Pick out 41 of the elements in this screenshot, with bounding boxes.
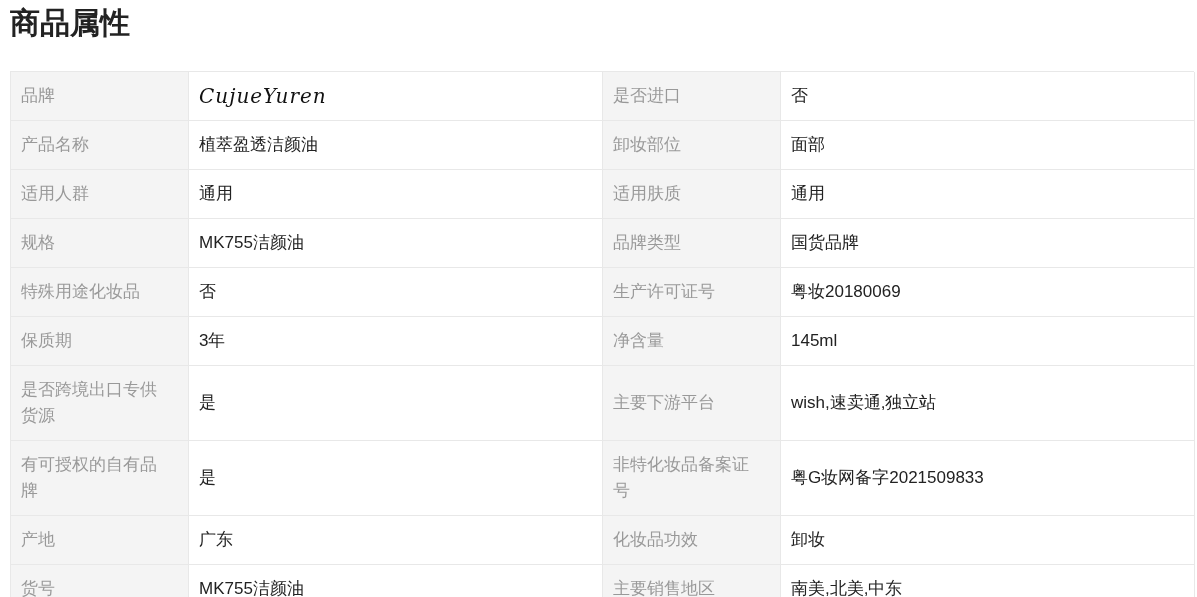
attribute-value: 粤妆20180069	[791, 281, 901, 304]
attribute-label-cell: 产品名称	[11, 121, 189, 170]
attribute-value: 国货品牌	[791, 232, 859, 255]
attribute-value: 通用	[791, 183, 825, 206]
attribute-label-cell: 品牌	[11, 72, 189, 121]
attribute-label-cell: 是否进口	[603, 72, 781, 121]
attribute-label-cell: 化妆品功效	[603, 516, 781, 565]
attribute-label-cell: 是否跨境出口专供货源	[11, 366, 189, 441]
attribute-label-cell: 主要销售地区	[603, 565, 781, 597]
attribute-value: 卸妆	[791, 529, 825, 552]
attribute-label-cell: 适用肤质	[603, 170, 781, 219]
attribute-value: 145ml	[791, 330, 838, 353]
section-title: 商品属性	[10, 5, 130, 41]
attribute-value: 南美,北美,中东	[791, 578, 903, 597]
attribute-label-cell: 特殊用途化妆品	[11, 268, 189, 317]
attribute-value: 是	[199, 392, 216, 415]
attribute-label-cell: 有可授权的自有品牌	[11, 441, 189, 516]
attribute-value: 3年	[199, 330, 226, 353]
attribute-value: wish,速卖通,独立站	[791, 392, 937, 415]
attribute-value: MK755洁颜油	[199, 232, 304, 255]
attribute-label-cell: 产地	[11, 516, 189, 565]
attribute-label-cell: 净含量	[603, 317, 781, 366]
attribute-label-cell: 卸妆部位	[603, 121, 781, 170]
attribute-value: 是	[199, 467, 216, 490]
attribute-label-cell: 规格	[11, 219, 189, 268]
attribute-label-cell: 生产许可证号	[603, 268, 781, 317]
attribute-label-cell: 适用人群	[11, 170, 189, 219]
attribute-label-cell: 保质期	[11, 317, 189, 366]
attribute-value: 否	[199, 281, 216, 304]
attribute-value: MK755洁颜油	[199, 578, 304, 597]
attribute-label-cell: 品牌类型	[603, 219, 781, 268]
attribute-value: 通用	[199, 183, 233, 206]
attribute-value: 粤G妆网备字2021509833	[791, 467, 984, 490]
attribute-label-cell: 非特化妆品备案证号	[603, 441, 781, 516]
attribute-value: 否	[791, 85, 808, 108]
attribute-value: 植萃盈透洁颜油	[199, 134, 318, 157]
brand-logo-text: CujueYuren	[199, 83, 327, 110]
attribute-label-cell: 主要下游平台	[603, 366, 781, 441]
attribute-value: 面部	[791, 134, 825, 157]
attribute-value: 广东	[199, 529, 233, 552]
attribute-label-cell: 货号	[11, 565, 189, 597]
